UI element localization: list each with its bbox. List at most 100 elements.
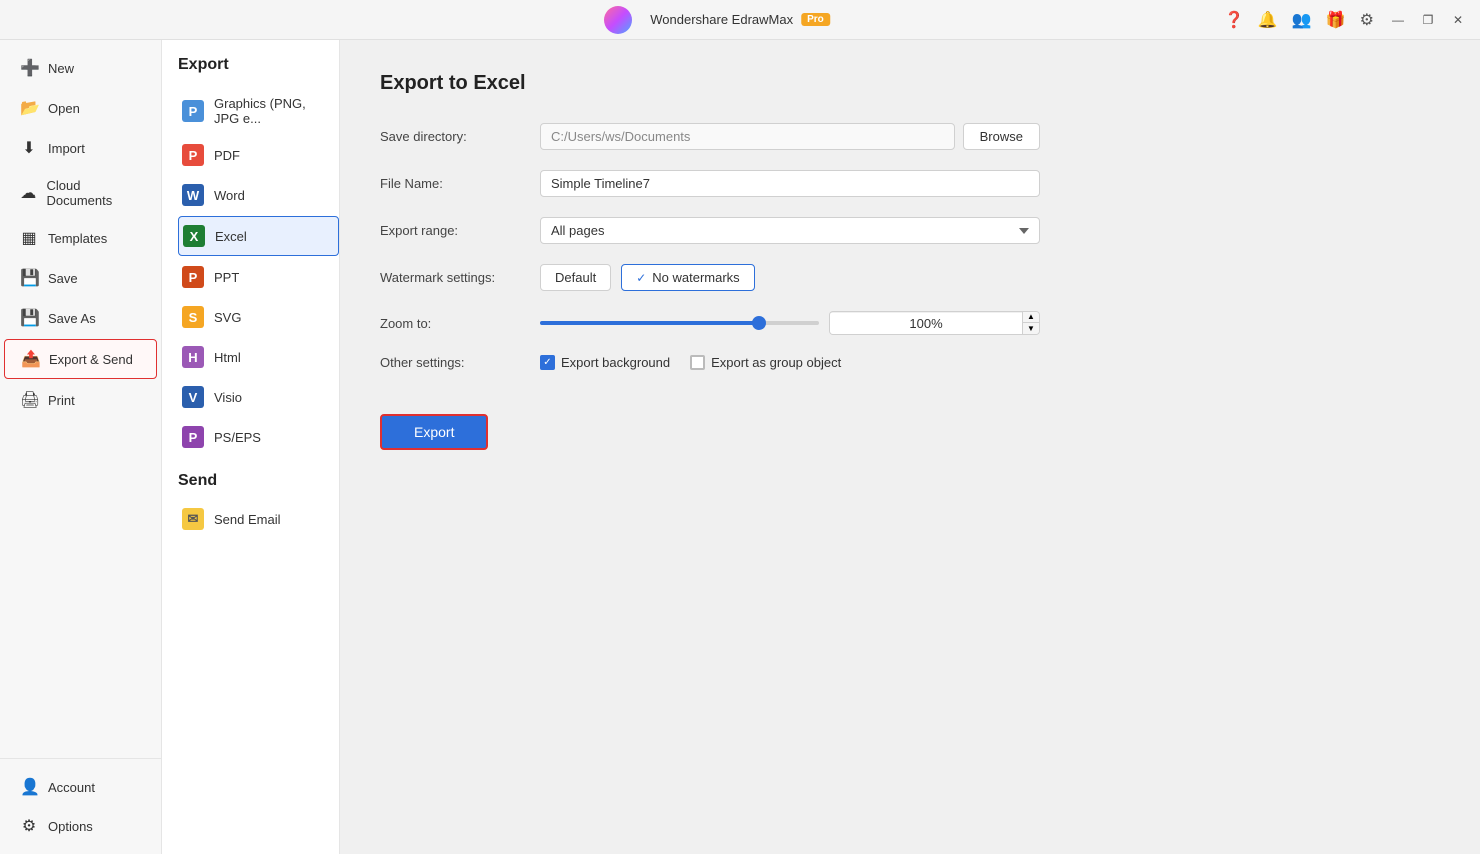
export-item-visio[interactable]: V Visio xyxy=(178,378,339,416)
content-area: Export to Excel Save directory: Browse F… xyxy=(340,40,1480,854)
new-icon: ➕ xyxy=(20,58,38,78)
export-item-png-label: Graphics (PNG, JPG e... xyxy=(214,96,329,126)
export-item-word[interactable]: W Word xyxy=(178,176,339,214)
app-name: Wondershare EdrawMax xyxy=(650,12,793,27)
export-item-email-label: Send Email xyxy=(214,512,280,527)
email-icon: ✉ xyxy=(182,508,204,530)
export-group-text: Export as group object xyxy=(711,355,841,370)
sidebar-item-open[interactable]: 📂 Open xyxy=(4,89,157,127)
export-item-ppt[interactable]: P PPT xyxy=(178,258,339,296)
zoom-slider[interactable] xyxy=(540,321,819,325)
sidebar-item-account[interactable]: 👤 Account xyxy=(4,768,157,806)
sidebar-item-cloud-label: Cloud Documents xyxy=(46,178,141,208)
cloud-icon: ☁ xyxy=(20,183,36,203)
main-layout: ➕ New 📂 Open ⬇ Import ☁ Cloud Documents … xyxy=(0,40,1480,854)
users-icon[interactable]: 👥 xyxy=(1292,10,1312,30)
bell-icon[interactable]: 🔔 xyxy=(1258,10,1278,30)
export-background-label[interactable]: ✓ Export background xyxy=(540,355,670,370)
sidebar-item-options[interactable]: ⚙ Options xyxy=(4,807,157,845)
sidebar-item-export-send-label: Export & Send xyxy=(49,352,133,367)
export-item-svg[interactable]: S SVG xyxy=(178,298,339,336)
help-icon[interactable]: ❓ xyxy=(1224,10,1244,30)
watermark-check-icon: ✓ xyxy=(636,271,646,285)
sidebar-item-account-label: Account xyxy=(48,780,95,795)
sidebar-item-save-as[interactable]: 💾 Save As xyxy=(4,299,157,337)
sidebar-item-print[interactable]: 🖨 Print xyxy=(4,381,157,419)
export-item-visio-label: Visio xyxy=(214,390,242,405)
export-item-pdf[interactable]: P PDF xyxy=(178,136,339,174)
file-name-label: File Name: xyxy=(380,176,540,191)
export-item-html[interactable]: H Html xyxy=(178,338,339,376)
templates-icon: ▦ xyxy=(20,228,38,248)
zoom-spinners: ▲ ▼ xyxy=(1022,312,1039,334)
export-range-select[interactable]: All pages Current page Selected pages xyxy=(540,217,1040,244)
watermark-no-watermarks-button[interactable]: ✓ No watermarks xyxy=(621,264,754,291)
svg-icon: S xyxy=(182,306,204,328)
save-as-icon: 💾 xyxy=(20,308,38,328)
sidebar-item-templates[interactable]: ▦ Templates xyxy=(4,219,157,257)
zoom-value-input[interactable] xyxy=(830,313,1022,334)
word-icon: W xyxy=(182,184,204,206)
sidebar-bottom: 👤 Account ⚙ Options xyxy=(0,758,161,846)
export-group-label[interactable]: Export as group object xyxy=(690,355,841,370)
other-settings-row: Other settings: ✓ Export background Expo… xyxy=(380,355,1440,370)
save-directory-input[interactable] xyxy=(540,123,955,150)
sidebar-item-export-send[interactable]: 📤 Export & Send xyxy=(4,339,157,379)
export-send-icon: 📤 xyxy=(21,349,39,369)
zoom-decrement-button[interactable]: ▼ xyxy=(1023,323,1039,334)
save-directory-label: Save directory: xyxy=(380,129,540,144)
sidebar: ➕ New 📂 Open ⬇ Import ☁ Cloud Documents … xyxy=(0,40,162,854)
export-item-svg-label: SVG xyxy=(214,310,241,325)
zoom-row: Zoom to: ▲ ▼ xyxy=(380,311,1440,335)
titlebar-avatar xyxy=(604,6,632,34)
sidebar-item-save-as-label: Save As xyxy=(48,311,96,326)
titlebar: Wondershare EdrawMax Pro ❓ 🔔 👥 🎁 ⚙ — ❐ ✕ xyxy=(0,0,1480,40)
export-range-row: Export range: All pages Current page Sel… xyxy=(380,217,1440,244)
watermark-label: Watermark settings: xyxy=(380,270,540,285)
sidebar-item-new-label: New xyxy=(48,61,74,76)
gift-icon[interactable]: 🎁 xyxy=(1326,10,1346,30)
sidebar-item-import[interactable]: ⬇ Import xyxy=(4,129,157,167)
export-background-checkbox[interactable]: ✓ xyxy=(540,355,555,370)
zoom-value-group: ▲ ▼ xyxy=(829,311,1040,335)
sidebar-item-templates-label: Templates xyxy=(48,231,107,246)
print-icon: 🖨 xyxy=(20,390,38,410)
zoom-label: Zoom to: xyxy=(380,316,540,331)
ps-icon: P xyxy=(182,426,204,448)
sidebar-item-open-label: Open xyxy=(48,101,80,116)
minimize-button[interactable]: — xyxy=(1388,10,1408,30)
ppt-icon: P xyxy=(182,266,204,288)
middle-panel: Export P Graphics (PNG, JPG e... P PDF W… xyxy=(162,40,340,854)
restore-button[interactable]: ❐ xyxy=(1418,10,1438,30)
export-group-checkbox[interactable] xyxy=(690,355,705,370)
zoom-increment-button[interactable]: ▲ xyxy=(1023,312,1039,323)
export-item-excel[interactable]: X Excel xyxy=(178,216,339,256)
export-item-ppt-label: PPT xyxy=(214,270,239,285)
export-button[interactable]: Export xyxy=(380,414,488,450)
zoom-controls: ▲ ▼ xyxy=(540,311,1040,335)
import-icon: ⬇ xyxy=(20,138,38,158)
sidebar-item-save[interactable]: 💾 Save xyxy=(4,259,157,297)
settings-icon[interactable]: ⚙ xyxy=(1360,10,1374,30)
checkbox-group: ✓ Export background Export as group obje… xyxy=(540,355,841,370)
watermark-default-button[interactable]: Default xyxy=(540,264,611,291)
export-item-email[interactable]: ✉ Send Email xyxy=(178,500,339,538)
export-item-ps[interactable]: P PS/EPS xyxy=(178,418,339,456)
export-item-html-label: Html xyxy=(214,350,241,365)
close-button[interactable]: ✕ xyxy=(1448,10,1468,30)
options-icon: ⚙ xyxy=(20,816,38,836)
save-icon: 💾 xyxy=(20,268,38,288)
export-range-label: Export range: xyxy=(380,223,540,238)
export-item-png[interactable]: P Graphics (PNG, JPG e... xyxy=(178,88,339,134)
export-item-excel-label: Excel xyxy=(215,229,247,244)
sidebar-item-import-label: Import xyxy=(48,141,85,156)
excel-icon: X xyxy=(183,225,205,247)
pro-badge: Pro xyxy=(801,13,830,26)
sidebar-item-cloud[interactable]: ☁ Cloud Documents xyxy=(4,169,157,217)
browse-button[interactable]: Browse xyxy=(963,123,1040,150)
sidebar-item-new[interactable]: ➕ New xyxy=(4,49,157,87)
export-item-ps-label: PS/EPS xyxy=(214,430,261,445)
watermark-row: Watermark settings: Default ✓ No waterma… xyxy=(380,264,1440,291)
send-section-title: Send xyxy=(178,472,339,490)
file-name-input[interactable] xyxy=(540,170,1040,197)
